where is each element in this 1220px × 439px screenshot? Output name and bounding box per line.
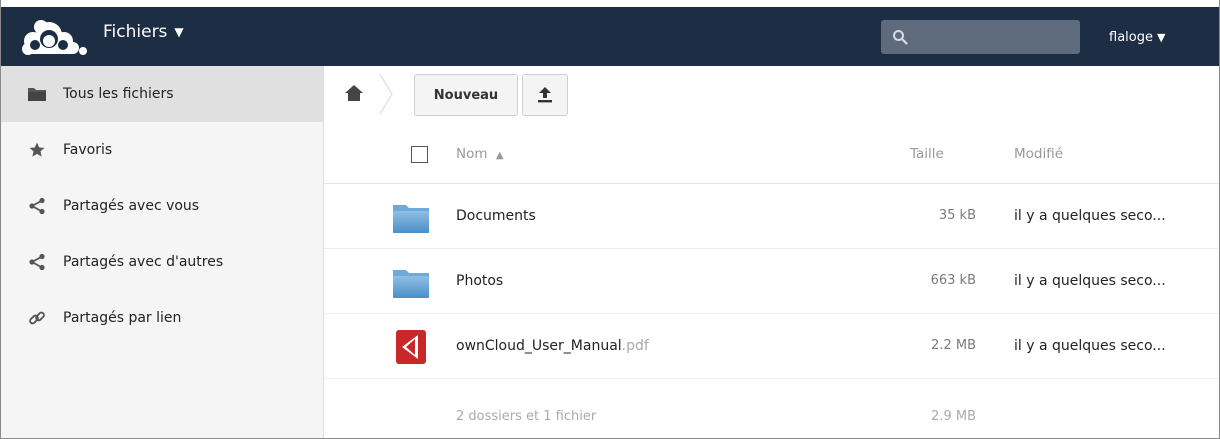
sidebar-item-label: Tous les fichiers <box>63 86 174 102</box>
file-list: Nom ▲ Taille Modifié Documents 35 kB il … <box>324 126 1219 438</box>
app-window: Fichiers ▼ flaloge ▼ Tous les fichiers F… <box>0 0 1220 439</box>
file-row[interactable]: Documents 35 kB il y a quelques seco... <box>324 184 1219 249</box>
sidebar-item-shared-with-others[interactable]: Partagés avec d'autres <box>1 234 323 290</box>
owncloud-logo-icon[interactable] <box>19 17 91 57</box>
share-icon <box>27 196 47 216</box>
star-icon <box>27 140 47 160</box>
column-header-size[interactable]: Taille <box>910 146 944 162</box>
user-menu-button[interactable]: flaloge ▼ <box>1109 30 1165 45</box>
sidebar-item-label: Partagés avec vous <box>63 198 200 214</box>
user-name: flaloge <box>1109 30 1153 45</box>
caret-down-icon: ▼ <box>1156 31 1166 44</box>
new-button[interactable]: Nouveau <box>414 74 518 116</box>
select-all-checkbox[interactable] <box>411 146 428 163</box>
folder-icon <box>393 205 429 233</box>
file-list-header: Nom ▲ Taille Modifié <box>324 126 1219 184</box>
sidebar-item-shared-by-link[interactable]: Partagés par lien <box>1 290 323 346</box>
file-name[interactable]: ownCloud_User_Manual.pdf <box>456 338 649 354</box>
folder-icon <box>27 84 47 104</box>
sidebar-item-label: Partagés par lien <box>63 310 182 326</box>
sidebar-item-all-files[interactable]: Tous les fichiers <box>1 66 323 122</box>
sort-ascending-icon: ▲ <box>495 150 504 161</box>
sidebar-item-favorites[interactable]: Favoris <box>1 122 323 178</box>
upload-icon <box>538 87 552 103</box>
folder-icon <box>393 270 429 298</box>
search-icon <box>893 30 908 45</box>
file-row[interactable]: Photos 663 kB il y a quelques seco... <box>324 249 1219 314</box>
file-row[interactable]: ownCloud_User_Manual.pdf 2.2 MB il y a q… <box>324 314 1219 379</box>
file-name[interactable]: Photos <box>456 273 503 289</box>
file-size: 35 kB <box>938 208 976 223</box>
search-box[interactable] <box>881 20 1080 54</box>
file-name[interactable]: Documents <box>456 208 536 224</box>
link-icon <box>27 308 47 328</box>
pdf-file-icon <box>396 330 426 364</box>
file-size: 663 kB <box>930 273 976 288</box>
file-modified: il y a quelques seco... <box>1014 208 1166 224</box>
upload-button[interactable] <box>522 74 568 116</box>
sidebar-item-label: Partagés avec d'autres <box>63 254 224 270</box>
search-input[interactable] <box>915 20 1075 54</box>
controls-bar: Nouveau <box>324 66 1219 126</box>
file-modified: il y a quelques seco... <box>1014 273 1166 289</box>
sidebar-item-shared-with-you[interactable]: Partagés avec vous <box>1 178 323 234</box>
caret-down-icon: ▼ <box>174 25 184 39</box>
column-header-label: Nom <box>456 146 488 162</box>
home-icon[interactable] <box>344 83 364 103</box>
summary-size: 2.9 MB <box>931 409 976 424</box>
summary-count: 2 dossiers et 1 fichier <box>456 409 597 424</box>
file-size: 2.2 MB <box>931 338 976 353</box>
sidebar-navigation: Tous les fichiers Favoris Partagés avec … <box>1 66 324 438</box>
column-header-name[interactable]: Nom ▲ <box>456 146 504 162</box>
app-menu-button[interactable]: Fichiers ▼ <box>103 22 184 42</box>
sidebar-item-label: Favoris <box>63 142 113 158</box>
column-header-modified[interactable]: Modifié <box>1014 146 1063 162</box>
app-name: Fichiers <box>103 22 168 42</box>
file-modified: il y a quelques seco... <box>1014 338 1166 354</box>
top-header: Fichiers ▼ flaloge ▼ <box>1 0 1219 66</box>
breadcrumb-separator-icon <box>379 73 393 115</box>
share-icon <box>27 252 47 272</box>
file-list-summary: 2 dossiers et 1 fichier 2.9 MB <box>324 379 1219 438</box>
